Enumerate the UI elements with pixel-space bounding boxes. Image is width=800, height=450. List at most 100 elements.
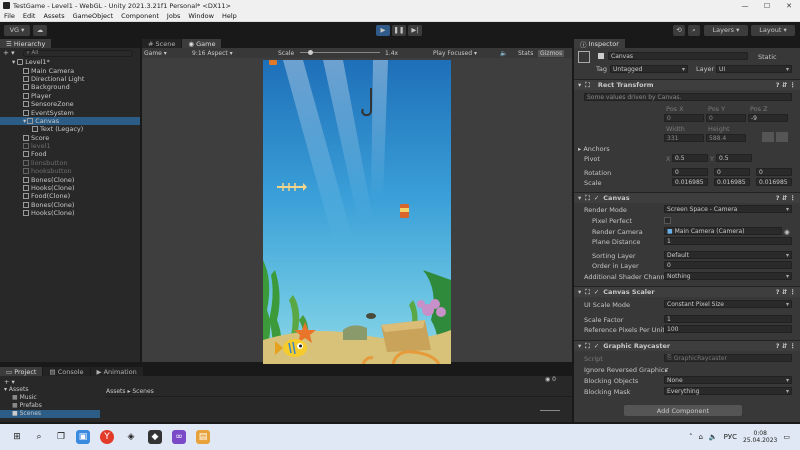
app-icon[interactable]: ▤ (196, 430, 210, 444)
pixel-perfect-checkbox[interactable] (664, 217, 671, 224)
visual-studio-icon[interactable]: ∞ (172, 430, 186, 444)
enabled-checkbox[interactable]: ✓ (594, 342, 599, 350)
menu-component[interactable]: Component (117, 12, 163, 20)
hierarchy-item[interactable]: Player (0, 92, 140, 100)
layer-dropdown[interactable]: UI (716, 65, 792, 73)
scale-x-field[interactable]: 0.016985 (672, 178, 708, 186)
search-icon[interactable]: ⌕ (32, 430, 46, 444)
scale-z-field[interactable]: 0.016985 (756, 178, 792, 186)
layout-dropdown[interactable]: Layout ▾ (751, 24, 795, 36)
tab-scene[interactable]: # Scene (142, 39, 182, 48)
menu-file[interactable]: File (0, 12, 19, 20)
yandex-browser-icon[interactable]: Y (100, 430, 114, 444)
game-viewport[interactable] (263, 60, 451, 364)
canvas-scaler-header[interactable]: ▾ ⛶ ✓ Canvas Scaler ? ⇵ ⋮ (574, 286, 800, 297)
pivot-x-field[interactable]: 0.5 (672, 154, 708, 162)
menu-jobs[interactable]: Jobs (163, 12, 184, 20)
search-icon[interactable]: ⌕ (688, 24, 700, 36)
posz-field[interactable]: -9 (748, 114, 788, 122)
active-checkbox[interactable] (598, 53, 604, 59)
blueprint-button[interactable] (762, 132, 774, 142)
menu-gameobject[interactable]: GameObject (69, 12, 118, 20)
cloud-icon[interactable]: ☁ (33, 24, 47, 36)
unity-editor-icon[interactable]: ◆ (148, 430, 162, 444)
project-add-icon[interactable]: + ▾ (4, 378, 15, 386)
ui-scale-mode-dropdown[interactable]: Constant Pixel Size (664, 300, 792, 308)
folder-prefabs[interactable]: ■ Prefabs (12, 402, 42, 409)
hierarchy-item[interactable]: Text (Legacy) (0, 125, 140, 133)
tab-game[interactable]: ◉ Game (182, 39, 222, 48)
network-icon[interactable]: ⌂ (698, 433, 702, 441)
notification-icon[interactable]: ▭ (783, 433, 790, 441)
raw-edit-button[interactable] (776, 132, 788, 142)
hierarchy-item[interactable]: Directional Light (0, 75, 140, 83)
play-button[interactable]: ▶ (376, 24, 390, 36)
rotation-x-field[interactable]: 0 (672, 168, 708, 176)
hierarchy-item[interactable]: SensoreZone (0, 100, 140, 108)
language-indicator[interactable]: РУС (724, 433, 737, 441)
rotation-z-field[interactable]: 0 (756, 168, 792, 176)
hierarchy-item[interactable]: Food (0, 150, 140, 158)
render-camera-field[interactable]: ■ Main Camera (Camera) (664, 227, 782, 235)
maximize-button[interactable]: ☐ (756, 2, 778, 10)
hierarchy-item[interactable]: hooksbutton (0, 167, 140, 175)
tab-console[interactable]: ▤ Console (43, 367, 90, 376)
posy-field[interactable]: 0 (706, 114, 746, 122)
hierarchy-search-input[interactable]: ⌕ All (22, 49, 133, 57)
shader-channel-dropdown[interactable]: Nothing (664, 272, 792, 280)
render-mode-dropdown[interactable]: Screen Space - Camera (664, 205, 792, 213)
history-icon[interactable]: ⟲ (673, 24, 685, 36)
scene-row[interactable]: ▾ Level1* (0, 58, 140, 66)
aspect-dropdown[interactable]: 9:16 Aspect ▾ (192, 50, 233, 57)
posx-field[interactable]: 0 (664, 114, 704, 122)
folder-scenes[interactable]: ■ Scenes (0, 410, 100, 418)
pause-button[interactable]: ❚❚ (392, 24, 406, 36)
hierarchy-item[interactable]: Main Camera (0, 66, 140, 75)
tab-hierarchy[interactable]: ☰ Hierarchy (0, 39, 52, 48)
component-menu-icon[interactable]: ? ⇵ ⋮ (776, 81, 796, 89)
step-button[interactable]: ▶| (408, 24, 422, 36)
hierarchy-item[interactable]: Background (0, 83, 140, 91)
component-menu-icon[interactable]: ? ⇵ ⋮ (776, 194, 796, 202)
object-picker-icon[interactable]: ◉ (784, 228, 790, 236)
width-field[interactable]: 331 (664, 134, 704, 142)
pivot-y-field[interactable]: 0.5 (716, 154, 752, 162)
blocking-mask-dropdown[interactable]: Everything (664, 387, 792, 395)
tab-animation[interactable]: ▶ Animation (90, 367, 143, 376)
hierarchy-item[interactable]: Food(Clone) (0, 192, 140, 200)
height-field[interactable]: 588.4 (706, 134, 746, 142)
windows-start-icon[interactable]: ⊞ (10, 430, 24, 444)
menu-assets[interactable]: Assets (39, 12, 68, 20)
rect-transform-header[interactable]: ▾ ⛶ Rect Transform ? ⇵ ⋮ (574, 79, 800, 90)
play-focused-dropdown[interactable]: Play Focused ▾ (433, 50, 477, 57)
stats-button[interactable]: Stats (518, 50, 533, 57)
display-dropdown[interactable]: Game ▾ (144, 50, 167, 57)
hierarchy-item[interactable]: Bones(Clone) (0, 201, 140, 209)
hierarchy-item[interactable]: ▾ Canvas (0, 116, 140, 126)
order-in-layer-field[interactable]: 0 (664, 261, 792, 269)
tab-project[interactable]: ▭ Project (0, 367, 43, 376)
component-menu-icon[interactable]: ? ⇵ ⋮ (776, 288, 796, 296)
hierarchy-item[interactable]: EventSystem (0, 108, 140, 117)
thumbnail-size-slider[interactable] (540, 410, 560, 411)
hierarchy-item[interactable]: Hooks(Clone) (0, 209, 140, 217)
close-button[interactable]: ✕ (778, 2, 800, 10)
rotation-y-field[interactable]: 0 (714, 168, 750, 176)
task-view-icon[interactable]: ❐ (54, 430, 68, 444)
chevron-up-icon[interactable]: ˄ (689, 433, 693, 441)
add-component-button[interactable]: Add Component (624, 405, 742, 416)
clock[interactable]: 0:08 25.04.2023 (743, 430, 777, 444)
hierarchy-item[interactable]: Hooks(Clone) (0, 184, 140, 192)
minimize-button[interactable]: — (734, 2, 756, 10)
account-dropdown[interactable]: VG ▾ (4, 24, 30, 36)
plane-distance-field[interactable]: 1 (664, 237, 792, 245)
graphic-raycaster-header[interactable]: ▾ ⛶ ✓ Graphic Raycaster ? ⇵ ⋮ (574, 340, 800, 351)
hierarchy-item[interactable]: Bones(Clone) (0, 175, 140, 184)
canvas-component-header[interactable]: ▾ ⛶ ✓ Canvas ? ⇵ ⋮ (574, 192, 800, 203)
scale-y-field[interactable]: 0.016985 (714, 178, 750, 186)
assets-tree-root[interactable]: ▾ Assets (4, 386, 28, 393)
scale-slider[interactable] (300, 50, 380, 55)
breadcrumb-scenes[interactable]: Scenes (132, 388, 153, 395)
file-explorer-icon[interactable]: ▣ (76, 430, 90, 444)
volume-icon[interactable]: 🔈 (709, 433, 718, 441)
